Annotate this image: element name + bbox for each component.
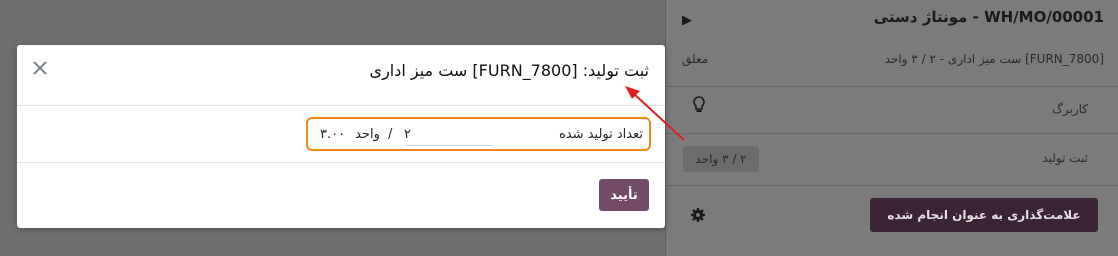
mark-as-done-button[interactable]: علامت‌گذاری به عنوان انجام شده	[870, 198, 1098, 232]
quantity-total: ۳.۰۰	[320, 127, 346, 142]
dialog-footer: تأیید	[17, 163, 665, 228]
quantity-produced-label: تعداد تولید شده	[559, 127, 643, 142]
quantity-value: ۳.۰۰ واحد	[320, 127, 380, 142]
confirm-button[interactable]: تأیید	[599, 179, 649, 211]
state-label: معلق	[682, 52, 709, 66]
register-production-dialog: ثبت تولید: [FURN_7800] ست میز اداری تعدا…	[17, 45, 665, 228]
dialog-body: تعداد تولید شده ۳.۰۰ واحد / ۲	[17, 106, 665, 163]
register-qty-badge[interactable]: ۲ / ۳ واحد	[683, 146, 759, 172]
divider	[666, 133, 1118, 134]
close-icon	[33, 61, 47, 75]
background-panel: WH/MO/00001 - مونتاژ دستی ▶ [FURN_7800] …	[665, 0, 1118, 256]
dialog-title: ثبت تولید: [FURN_7800] ست میز اداری	[369, 61, 649, 80]
dialog-header: ثبت تولید: [FURN_7800] ست میز اداری	[17, 45, 665, 106]
worksheet-label[interactable]: کاربرگ	[1052, 102, 1088, 116]
quantity-input-underline	[406, 145, 492, 146]
uom-label: واحد	[355, 127, 380, 142]
quantity-separator: /	[388, 127, 393, 142]
divider	[666, 185, 1118, 186]
play-icon[interactable]: ▶	[682, 13, 692, 28]
divider	[666, 86, 1118, 87]
lightbulb-icon[interactable]	[692, 96, 706, 114]
close-button[interactable]	[27, 55, 53, 81]
register-production-label: ثبت تولید	[1042, 151, 1088, 165]
product-line: [FURN_7800] ست میز اداری - ۲ / ۳ واحد	[884, 52, 1104, 66]
mo-title: WH/MO/00001 - مونتاژ دستی	[873, 8, 1104, 26]
quantity-done-input[interactable]: ۲	[404, 127, 411, 142]
quantity-field-highlight: تعداد تولید شده ۳.۰۰ واحد / ۲	[306, 117, 651, 151]
gear-icon[interactable]	[690, 207, 706, 223]
